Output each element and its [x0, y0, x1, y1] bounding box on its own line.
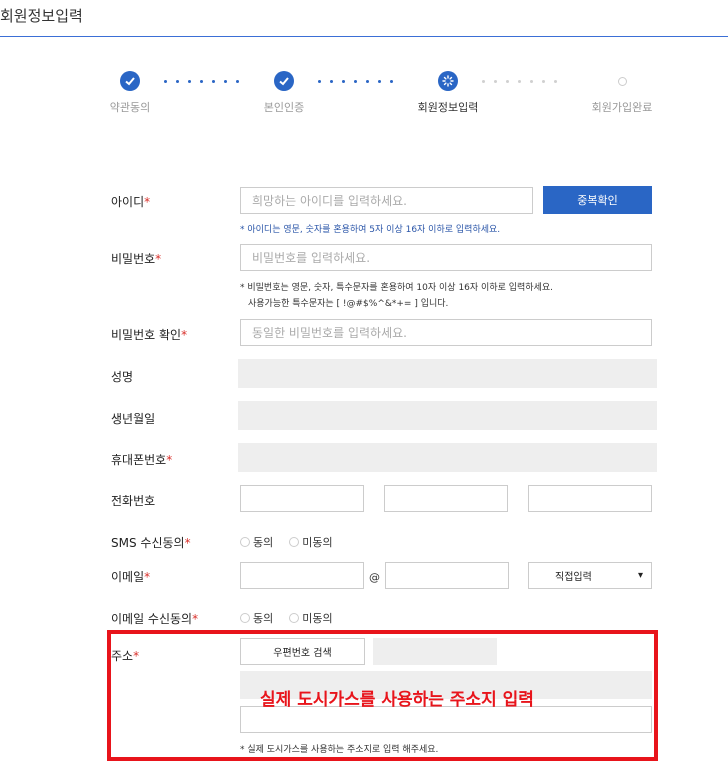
- email-label: 이메일*: [111, 570, 151, 584]
- step-connector-2: [318, 80, 393, 83]
- email-at-sign: @: [369, 571, 380, 584]
- password-confirm-input[interactable]: 동일한 비밀번호를 입력하세요.: [240, 319, 652, 346]
- duplicate-check-button[interactable]: 중복확인: [543, 186, 652, 214]
- birth-field: [238, 401, 657, 430]
- mobile-field: [238, 443, 657, 472]
- title-divider: [0, 36, 728, 37]
- email-domain-input[interactable]: [385, 562, 509, 589]
- email-agree-radio[interactable]: 동의: [240, 610, 273, 626]
- mobile-label: 휴대폰번호*: [111, 453, 173, 467]
- phone-middle-input[interactable]: [384, 485, 508, 512]
- chevron-down-icon: ▾: [637, 570, 643, 581]
- step-1-check-icon: [120, 71, 140, 91]
- step-connector-3: [482, 80, 557, 83]
- address-annotation-text: 실제 도시가스를 사용하는 주소지 입력: [260, 690, 534, 710]
- page-title: 회원정보입력: [0, 7, 83, 25]
- step-label-verify: 본인인증: [263, 101, 305, 114]
- sms-agree-radio[interactable]: 동의: [240, 534, 273, 550]
- password-input[interactable]: 비밀번호를 입력하세요.: [240, 244, 652, 271]
- password-confirm-label: 비밀번호 확인*: [111, 328, 188, 342]
- email-id-input[interactable]: [240, 562, 364, 589]
- step-connector-1: [164, 80, 239, 83]
- sms-consent-label: SMS 수신동의*: [111, 536, 191, 550]
- password-hint-rule: * 비밀번호는 영문, 숫자, 특수문자를 혼용하여 10자 이상 16자 이하…: [240, 283, 553, 293]
- sms-consent-options: 동의 미동의: [240, 534, 349, 550]
- email-domain-select[interactable]: 직접입력 ▾: [528, 562, 652, 589]
- birth-label: 생년월일: [111, 412, 156, 426]
- email-consent-label: 이메일 수신동의*: [111, 612, 199, 626]
- step-3-loading-icon: [438, 71, 458, 91]
- phone-last-input[interactable]: [528, 485, 652, 512]
- step-2-check-icon: [274, 71, 294, 91]
- name-label: 성명: [111, 370, 134, 384]
- id-label: 아이디*: [111, 195, 151, 209]
- step-label-complete: 회원가입완료: [591, 101, 653, 114]
- phone-area-input[interactable]: [240, 485, 364, 512]
- id-input[interactable]: 희망하는 아이디를 입력하세요.: [240, 187, 533, 214]
- step-label-terms: 약관동의: [109, 101, 151, 114]
- email-consent-options: 동의 미동의: [240, 610, 349, 626]
- email-disagree-radio[interactable]: 미동의: [289, 610, 333, 626]
- name-field: [238, 359, 657, 388]
- step-4-circle-icon: [618, 77, 627, 86]
- id-hint: * 아이디는 영문, 숫자를 혼용하여 5자 이상 16자 이하로 입력하세요.: [240, 225, 501, 235]
- password-label: 비밀번호*: [111, 252, 162, 266]
- phone-label: 전화번호: [111, 494, 156, 508]
- sms-disagree-radio[interactable]: 미동의: [289, 534, 333, 550]
- password-hint-special: 사용가능한 특수문자는 [ !@#$%^&*+= ] 입니다.: [248, 299, 449, 309]
- step-label-info: 회원정보입력: [417, 101, 479, 114]
